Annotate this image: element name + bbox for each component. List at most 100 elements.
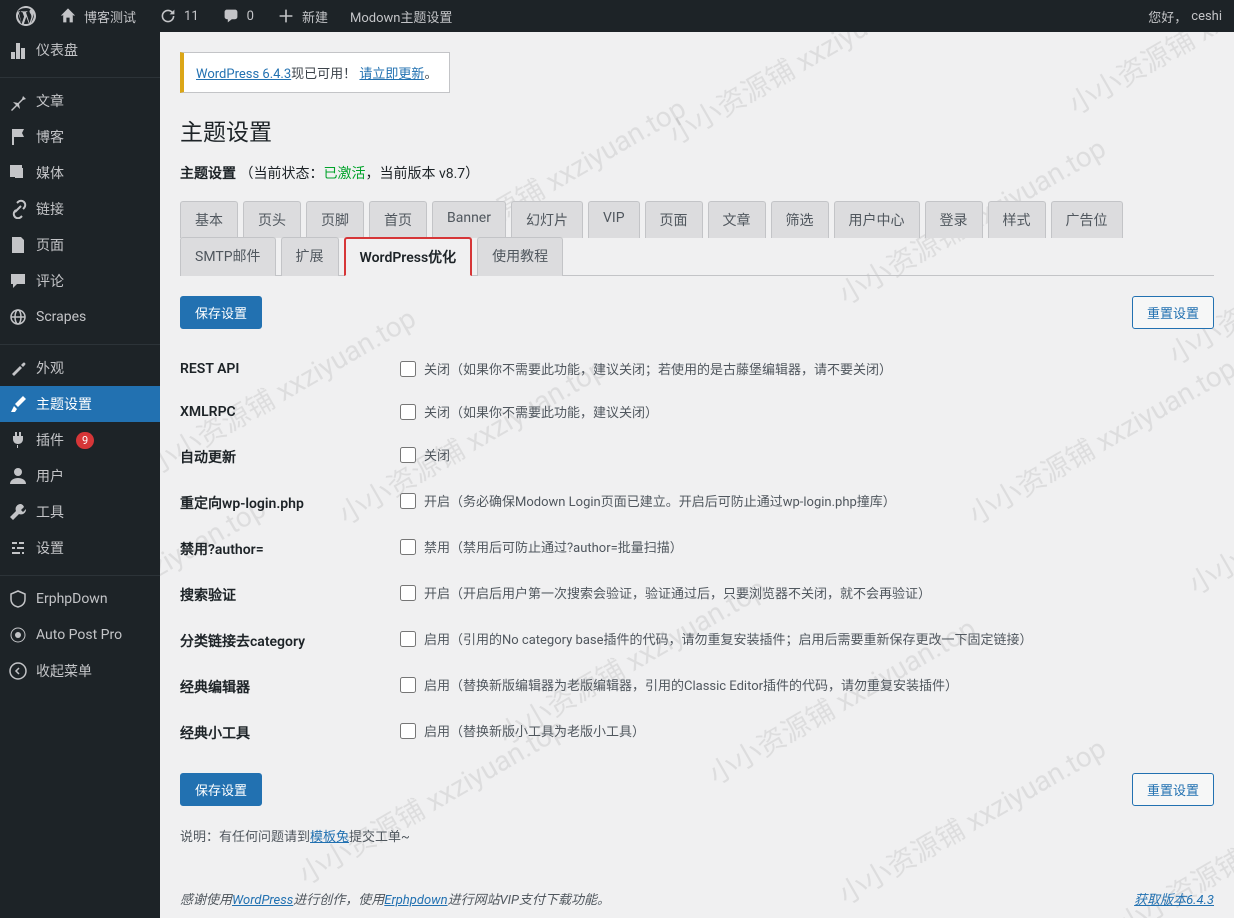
tab-1[interactable]: 页头 xyxy=(243,201,301,238)
setting-description: 开启（开启后用户第一次搜索会验证，验证通过后，只要浏览器不关闭，就不会再验证） xyxy=(424,583,931,602)
setting-checkbox[interactable] xyxy=(400,631,416,647)
scrapes-icon xyxy=(8,307,28,327)
setting-row: XMLRPC关闭（如果你不需要此功能，建议关闭） xyxy=(180,390,1214,433)
wordpress-icon xyxy=(16,6,36,26)
setting-field: 禁用（禁用后可防止通过?author=批量扫描） xyxy=(400,537,1214,556)
tab-0[interactable]: 基本 xyxy=(180,201,238,238)
update-badge: 9 xyxy=(76,432,94,449)
footer-erphp-link[interactable]: Erphpdown xyxy=(384,893,447,908)
footer-wp-link[interactable]: WordPress xyxy=(232,893,293,908)
tab-12[interactable]: 样式 xyxy=(988,201,1046,238)
setting-checkbox[interactable] xyxy=(400,539,416,555)
sidebar-item-label: 媒体 xyxy=(36,163,64,183)
setting-field: 关闭（如果你不需要此功能，建议关闭） xyxy=(400,402,1214,421)
theme-settings-link[interactable]: Modown主题设置 xyxy=(342,0,460,32)
mobantu-link[interactable]: 模板兔 xyxy=(310,830,349,845)
setting-label: 分类链接去category xyxy=(180,629,400,651)
tool-icon xyxy=(8,502,28,522)
sidebar-item-user[interactable]: 用户 xyxy=(0,458,160,494)
sidebar-item-flag[interactable]: 博客 xyxy=(0,119,160,155)
sidebar-item-media[interactable]: 媒体 xyxy=(0,155,160,191)
help-note: 说明：有任何问题请到模板兔提交工单~ xyxy=(180,826,1214,845)
setting-row: 经典小工具启用（替换新版小工具为老版小工具） xyxy=(180,709,1214,755)
auto-icon xyxy=(8,625,28,645)
setting-field: 关闭（如果你不需要此功能，建议关闭；若使用的是古藤堡编辑器，请不要关闭） xyxy=(400,359,1214,378)
menu-separator xyxy=(0,73,160,78)
comment-icon xyxy=(8,271,28,291)
tab-5[interactable]: 幻灯片 xyxy=(511,201,583,238)
reset-button-top[interactable]: 重置设置 xyxy=(1132,296,1214,329)
tab-3[interactable]: 首页 xyxy=(369,201,427,238)
main-content: WordPress 6.4.3现已可用！ 请立即更新。 主题设置 主题设置 （当… xyxy=(160,32,1234,865)
site-name-link[interactable]: 博客测试 xyxy=(50,0,144,32)
sidebar-item-collapse[interactable]: 收起菜单 xyxy=(0,653,160,689)
setting-label: 重定向wp-login.php xyxy=(180,491,400,513)
sidebar-item-comment[interactable]: 评论 xyxy=(0,263,160,299)
tab-10[interactable]: 用户中心 xyxy=(834,201,920,238)
current-user[interactable]: ceshi xyxy=(1191,9,1222,24)
sidebar-item-shield[interactable]: ErphpDown xyxy=(0,581,160,617)
sidebar-item-tool[interactable]: 工具 xyxy=(0,494,160,530)
setting-description: 开启（务必确保Modown Login页面已建立。开启后可防止通过wp-logi… xyxy=(424,491,896,510)
setting-checkbox[interactable] xyxy=(400,723,416,739)
sidebar-item-label: 收起菜单 xyxy=(36,661,92,681)
tab-14[interactable]: SMTP邮件 xyxy=(180,237,276,276)
tab-4[interactable]: Banner xyxy=(432,201,506,238)
brush-icon xyxy=(8,394,28,414)
sidebar-item-pin[interactable]: 文章 xyxy=(0,83,160,119)
footer-version-link[interactable]: 获取版本6.4.3 xyxy=(1134,889,1214,908)
tab-8[interactable]: 文章 xyxy=(708,201,766,238)
sidebar-item-brush[interactable]: 主题设置 xyxy=(0,386,160,422)
setting-checkbox[interactable] xyxy=(400,404,416,420)
wp-version-link[interactable]: WordPress 6.4.3 xyxy=(196,67,291,82)
tab-17[interactable]: 使用教程 xyxy=(477,237,563,276)
setting-checkbox[interactable] xyxy=(400,447,416,463)
admin-sidebar: 仪表盘文章博客媒体链接页面评论Scrapes 外观主题设置插件9用户工具设置 Erp… xyxy=(0,32,160,918)
setting-field: 关闭 xyxy=(400,445,1214,464)
setting-description: 关闭 xyxy=(424,445,450,464)
update-now-link[interactable]: 请立即更新 xyxy=(359,67,424,82)
page-icon xyxy=(8,235,28,255)
setting-checkbox[interactable] xyxy=(400,361,416,377)
howdy-prefix: 您好， xyxy=(1148,7,1187,26)
appearance-icon xyxy=(8,358,28,378)
setting-field: 开启（务必确保Modown Login页面已建立。开启后可防止通过wp-logi… xyxy=(400,491,1214,510)
setting-label: 自动更新 xyxy=(180,445,400,467)
sidebar-item-plugin[interactable]: 插件9 xyxy=(0,422,160,458)
tab-15[interactable]: 扩展 xyxy=(281,237,339,276)
sidebar-item-label: ErphpDown xyxy=(36,591,108,607)
sidebar-item-label: 主题设置 xyxy=(36,394,92,414)
tab-2[interactable]: 页脚 xyxy=(306,201,364,238)
sidebar-item-appearance[interactable]: 外观 xyxy=(0,350,160,386)
setting-field: 启用（替换新版小工具为老版小工具） xyxy=(400,721,1214,740)
sidebar-item-label: 文章 xyxy=(36,91,64,111)
setting-field: 开启（开启后用户第一次搜索会验证，验证通过后，只要浏览器不关闭，就不会再验证） xyxy=(400,583,1214,602)
tab-13[interactable]: 广告位 xyxy=(1051,201,1123,238)
wp-logo[interactable] xyxy=(8,0,44,32)
setting-description: 启用（引用的No category base插件的代码，请勿重复安装插件；启用后… xyxy=(424,629,1033,648)
tab-9[interactable]: 筛选 xyxy=(771,201,829,238)
comments-link[interactable]: 0 xyxy=(213,0,262,32)
sidebar-item-dashboard[interactable]: 仪表盘 xyxy=(0,32,160,68)
tab-6[interactable]: VIP xyxy=(588,201,640,238)
updates-link[interactable]: 11 xyxy=(150,0,207,32)
setting-checkbox[interactable] xyxy=(400,677,416,693)
link-icon xyxy=(8,199,28,219)
new-content-link[interactable]: 新建 xyxy=(268,0,336,32)
sidebar-item-page[interactable]: 页面 xyxy=(0,227,160,263)
sidebar-item-auto[interactable]: Auto Post Pro xyxy=(0,617,160,653)
tab-16[interactable]: WordPress优化 xyxy=(344,237,473,276)
save-button-top[interactable]: 保存设置 xyxy=(180,296,262,329)
setting-checkbox[interactable] xyxy=(400,493,416,509)
setting-checkbox[interactable] xyxy=(400,585,416,601)
update-icon xyxy=(158,6,178,26)
sidebar-item-link[interactable]: 链接 xyxy=(0,191,160,227)
tab-11[interactable]: 登录 xyxy=(925,201,983,238)
tab-7[interactable]: 页面 xyxy=(645,201,703,238)
sidebar-item-scrapes[interactable]: Scrapes xyxy=(0,299,160,335)
sidebar-item-label: 设置 xyxy=(36,538,64,558)
admin-bar: 博客测试 11 0 新建 Modown主题设置 您好， ceshi xyxy=(0,0,1234,32)
save-button-bottom[interactable]: 保存设置 xyxy=(180,773,262,806)
sidebar-item-settings[interactable]: 设置 xyxy=(0,530,160,566)
reset-button-bottom[interactable]: 重置设置 xyxy=(1132,773,1214,806)
